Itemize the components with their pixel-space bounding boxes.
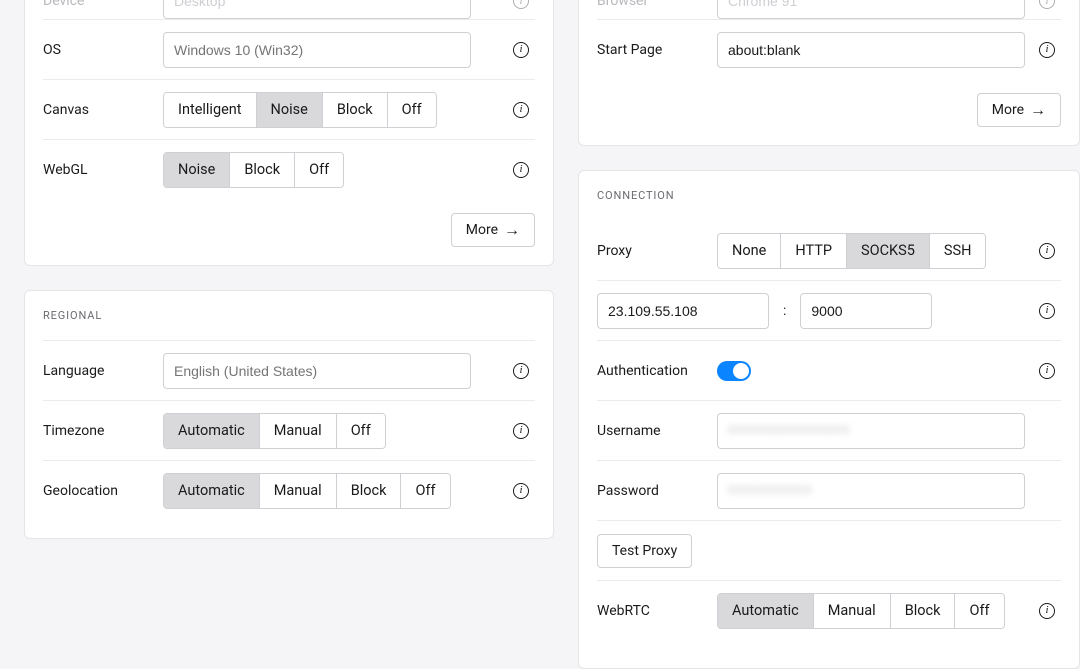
geolocation-option-off[interactable]: Off <box>400 474 449 508</box>
proxy-label: Proxy <box>597 243 717 259</box>
info-icon[interactable]: i <box>1039 303 1055 319</box>
proxy-option-http[interactable]: HTTP <box>780 234 846 268</box>
fingerprint-more-button[interactable]: More → <box>451 213 535 247</box>
test-proxy-button[interactable]: Test Proxy <box>597 534 692 568</box>
info-icon[interactable]: i <box>513 483 529 499</box>
info-icon[interactable]: i <box>513 162 529 178</box>
info-icon[interactable]: i <box>1039 603 1055 619</box>
os-input[interactable] <box>163 32 471 68</box>
proxy-option-socks5[interactable]: SOCKS5 <box>846 234 929 268</box>
info-icon[interactable]: i <box>1039 0 1055 9</box>
info-icon[interactable]: i <box>513 42 529 58</box>
browser-card: Browser i Start Page i More → <box>578 0 1080 146</box>
info-icon[interactable]: i <box>1039 363 1055 379</box>
connection-card: CONNECTION Proxy None HTTP SOCKS5 SSH i <box>578 170 1080 669</box>
geolocation-label: Geolocation <box>43 483 163 499</box>
proxy-port-input[interactable] <box>800 293 932 329</box>
timezone-option-automatic[interactable]: Automatic <box>164 414 259 448</box>
start-page-input[interactable] <box>717 32 1025 68</box>
device-label: Device <box>43 0 163 9</box>
username-masked: ••••••••••••• <box>728 423 850 439</box>
webgl-option-block[interactable]: Block <box>229 153 294 187</box>
canvas-option-intelligent[interactable]: Intelligent <box>164 93 256 127</box>
password-masked: ••••••••• <box>728 483 813 499</box>
webrtc-option-off[interactable]: Off <box>954 594 1003 628</box>
webgl-option-noise[interactable]: Noise <box>164 153 229 187</box>
webrtc-option-manual[interactable]: Manual <box>813 594 890 628</box>
info-icon[interactable]: i <box>513 363 529 379</box>
info-icon[interactable]: i <box>513 0 529 9</box>
more-label: More <box>466 222 498 238</box>
device-input[interactable] <box>163 0 471 19</box>
webgl-segmented: Noise Block Off <box>163 152 344 188</box>
geolocation-option-manual[interactable]: Manual <box>259 474 336 508</box>
browser-label: Browser <box>597 0 717 9</box>
info-icon[interactable]: i <box>513 102 529 118</box>
browser-input[interactable] <box>717 0 1025 19</box>
canvas-segmented: Intelligent Noise Block Off <box>163 92 437 128</box>
webrtc-segmented: Automatic Manual Block Off <box>717 593 1005 629</box>
arrow-right-icon: → <box>504 222 520 238</box>
proxy-segmented: None HTTP SOCKS5 SSH <box>717 233 986 269</box>
proxy-option-ssh[interactable]: SSH <box>929 234 986 268</box>
canvas-label: Canvas <box>43 102 163 118</box>
username-input[interactable]: ••••••••••••• <box>717 413 1025 449</box>
start-page-label: Start Page <box>597 42 717 58</box>
colon-separator: : <box>777 303 792 319</box>
regional-header: REGIONAL <box>43 309 535 322</box>
timezone-label: Timezone <box>43 423 163 439</box>
language-label: Language <box>43 363 163 379</box>
geolocation-option-automatic[interactable]: Automatic <box>164 474 259 508</box>
language-input[interactable] <box>163 353 471 389</box>
webgl-option-off[interactable]: Off <box>294 153 343 187</box>
password-label: Password <box>597 483 717 499</box>
webrtc-option-automatic[interactable]: Automatic <box>718 594 813 628</box>
timezone-segmented: Automatic Manual Off <box>163 413 386 449</box>
webrtc-option-block[interactable]: Block <box>890 594 955 628</box>
webrtc-label: WebRTC <box>597 603 717 619</box>
geolocation-segmented: Automatic Manual Block Off <box>163 473 451 509</box>
canvas-option-block[interactable]: Block <box>322 93 387 127</box>
proxy-host-input[interactable] <box>597 293 769 329</box>
info-icon[interactable]: i <box>1039 243 1055 259</box>
info-icon[interactable]: i <box>1039 42 1055 58</box>
timezone-option-off[interactable]: Off <box>336 414 385 448</box>
regional-card: REGIONAL Language i Timezone Automatic M… <box>24 290 554 539</box>
info-icon[interactable]: i <box>513 423 529 439</box>
os-label: OS <box>43 42 163 58</box>
authentication-label: Authentication <box>597 363 717 379</box>
fingerprint-card: Device i OS i Canvas Intelligent <box>24 0 554 266</box>
password-input[interactable]: ••••••••• <box>717 473 1025 509</box>
more-label: More <box>992 102 1024 118</box>
username-label: Username <box>597 423 717 439</box>
geolocation-option-block[interactable]: Block <box>336 474 401 508</box>
canvas-option-noise[interactable]: Noise <box>256 93 322 127</box>
timezone-option-manual[interactable]: Manual <box>259 414 336 448</box>
arrow-right-icon: → <box>1030 102 1046 118</box>
proxy-option-none[interactable]: None <box>718 234 780 268</box>
browser-more-button[interactable]: More → <box>977 93 1061 127</box>
webgl-label: WebGL <box>43 162 163 178</box>
canvas-option-off[interactable]: Off <box>387 93 436 127</box>
connection-header: CONNECTION <box>597 189 1061 202</box>
authentication-toggle[interactable] <box>717 361 751 381</box>
